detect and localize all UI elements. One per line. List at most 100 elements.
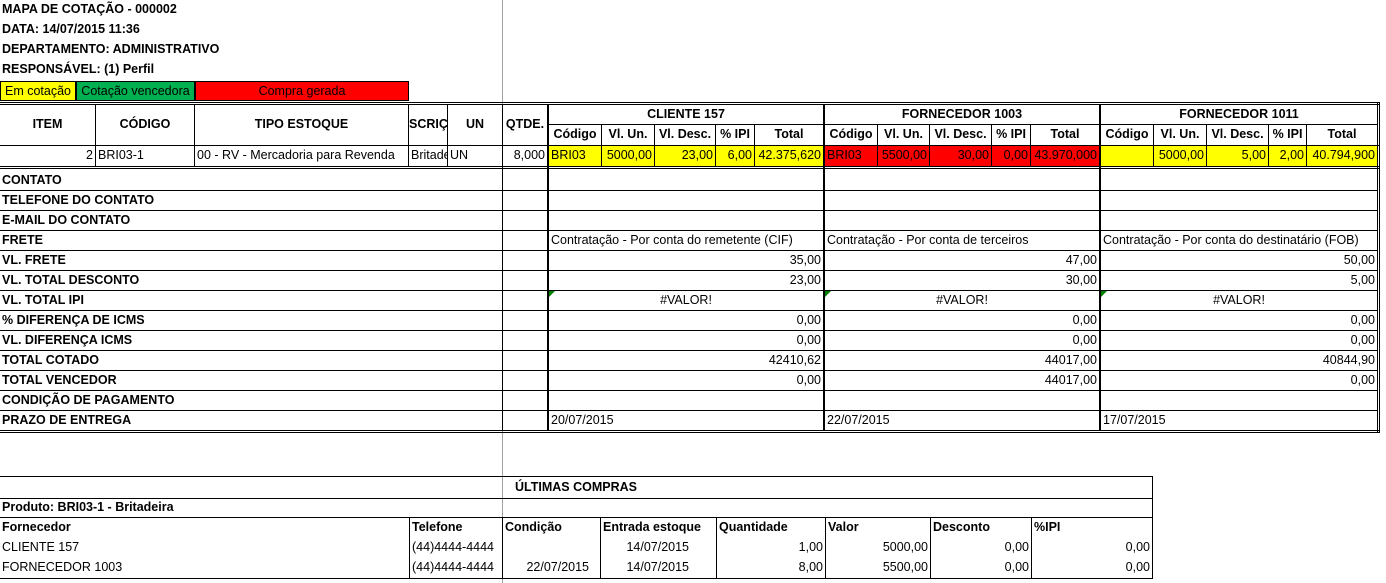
uc-row-valor[interactable]: 5000,00	[826, 538, 930, 557]
subheader-ipi: % IPI	[720, 127, 750, 141]
label-total-cotado: TOTAL COTADO	[2, 353, 99, 367]
uc-row-quantidade[interactable]: 1,00	[717, 538, 825, 557]
s2-ipi[interactable]: 0,00	[992, 146, 1030, 166]
responsible-label: RESPONSÁVEL: (1) Perfil	[2, 62, 155, 76]
uc-col-fornecedor: Fornecedor	[2, 520, 71, 534]
vl-total-desconto-value[interactable]: 30,00	[825, 271, 1099, 290]
s1-codigo[interactable]: BRI03	[549, 146, 601, 166]
col-header-item: ITEM	[32, 117, 63, 131]
uc-row-condicao[interactable]: 22/07/2015	[503, 558, 591, 577]
legend-em-cotacao: Em cotação	[0, 81, 76, 101]
uc-col-desconto: Desconto	[933, 520, 990, 534]
subheader-vl-desc: Vl. Desc.	[658, 127, 712, 141]
vl-total-ipi-value[interactable]: #VALOR!	[825, 291, 1099, 310]
label-condicao-pagamento: CONDIÇÃO DE PAGAMENTO	[2, 393, 175, 407]
uc-row-valor[interactable]: 5500,00	[826, 558, 930, 577]
uc-row-quantidade[interactable]: 8,00	[717, 558, 825, 577]
vl-frete-value[interactable]: 50,00	[1101, 251, 1377, 270]
subheader-codigo: Código	[829, 127, 873, 141]
supplier-name-3: FORNECEDOR 1011	[1179, 107, 1299, 121]
subheader-codigo: Código	[1105, 127, 1149, 141]
label-vl-total-desconto: VL. TOTAL DESCONTO	[2, 273, 140, 287]
vl-total-ipi-value[interactable]: #VALOR!	[549, 291, 823, 310]
s2-codigo[interactable]: BRI03	[825, 146, 877, 166]
s3-vl-desc[interactable]: 5,00	[1207, 146, 1268, 166]
col-header-tipo-estoque: TIPO ESTOQUE	[254, 117, 349, 131]
uc-row-fornecedor[interactable]: CLIENTE 157	[0, 538, 409, 557]
uc-row-telefone[interactable]: (44)4444-4444	[410, 538, 502, 557]
pct-dif-icms-value[interactable]: 0,00	[1101, 311, 1377, 330]
vl-frete-value[interactable]: 35,00	[549, 251, 823, 270]
s2-total[interactable]: 43.970,000	[1031, 146, 1099, 166]
label-contato: CONTATO	[2, 173, 62, 187]
s1-total[interactable]: 42.375,620	[755, 146, 823, 166]
uc-row-entrada[interactable]: 14/07/2015	[601, 538, 691, 557]
uc-row-desconto[interactable]: 0,00	[931, 538, 1031, 557]
row-qtde[interactable]: 8,000	[503, 146, 547, 165]
uc-col-entrada-estoque: Entrada estoque	[603, 520, 701, 534]
uc-row-desconto[interactable]: 0,00	[931, 558, 1031, 577]
s3-codigo[interactable]	[1101, 146, 1153, 166]
supplier-name-1: CLIENTE 157	[647, 107, 725, 121]
row-item[interactable]: 2	[0, 146, 95, 165]
subheader-total: Total	[1050, 127, 1080, 141]
frete-value[interactable]: Contratação - Por conta do remetente (CI…	[549, 231, 823, 250]
subheader-vl-un: Vl. Un.	[1160, 127, 1200, 141]
uc-col-telefone: Telefone	[412, 520, 463, 534]
uc-col-condicao: Condição	[505, 520, 562, 534]
prazo-entrega-value[interactable]: 22/07/2015	[825, 411, 1099, 430]
prazo-entrega-value[interactable]: 17/07/2015	[1101, 411, 1377, 430]
row-tipo-estoque[interactable]: 00 - RV - Mercadoria para Revenda	[195, 146, 408, 165]
s1-ipi[interactable]: 6,00	[716, 146, 754, 166]
s1-vl-desc[interactable]: 23,00	[655, 146, 715, 166]
uc-row-telefone[interactable]: (44)4444-4444	[410, 558, 502, 577]
s3-total[interactable]: 40.794,900	[1307, 146, 1377, 166]
label-vl-dif-icms: VL. DIFERENÇA ICMS	[2, 333, 133, 347]
subheader-vl-un: Vl. Un.	[608, 127, 648, 141]
vl-dif-icms-value[interactable]: 0,00	[1101, 331, 1377, 350]
label-telefone-contato: TELEFONE DO CONTATO	[2, 193, 155, 207]
uc-row-entrada[interactable]: 14/07/2015	[601, 558, 691, 577]
page-title: MAPA DE COTAÇÃO - 000002	[2, 2, 177, 16]
s2-vl-desc[interactable]: 30,00	[930, 146, 991, 166]
vl-frete-value[interactable]: 47,00	[825, 251, 1099, 270]
pct-dif-icms-value[interactable]: 0,00	[549, 311, 823, 330]
legend-compra-gerada: Compra gerada	[195, 81, 409, 101]
uc-row-ipi[interactable]: 0,00	[1032, 538, 1152, 557]
prazo-entrega-value[interactable]: 20/07/2015	[549, 411, 823, 430]
uc-col-quantidade: Quantidade	[719, 520, 788, 534]
row-codigo[interactable]: BRI03-1	[96, 146, 194, 165]
total-cotado-value[interactable]: 40844,90	[1101, 351, 1377, 370]
total-vencedor-value[interactable]: 0,00	[549, 371, 823, 390]
label-vl-total-ipi: VL. TOTAL IPI	[2, 293, 84, 307]
s1-vl-un[interactable]: 5000,00	[602, 146, 654, 166]
subheader-vl-un: Vl. Un.	[884, 127, 923, 141]
s3-ipi[interactable]: 2,00	[1269, 146, 1306, 166]
frete-value[interactable]: Contratação - Por conta de terceiros	[825, 231, 1099, 250]
vl-dif-icms-value[interactable]: 0,00	[825, 331, 1099, 350]
uc-row-ipi[interactable]: 0,00	[1032, 558, 1152, 577]
s3-vl-un[interactable]: 5000,00	[1154, 146, 1206, 166]
vl-total-desconto-value[interactable]: 23,00	[549, 271, 823, 290]
uc-col-valor: Valor	[828, 520, 859, 534]
label-prazo-entrega: PRAZO DE ENTREGA	[2, 413, 132, 427]
legend-cotacao-vencedora: Cotação vencedora	[76, 81, 195, 101]
uc-col-ipi: %IPI	[1034, 520, 1061, 534]
row-descricao[interactable]: Britade	[409, 146, 447, 165]
s2-vl-un[interactable]: 5500,00	[878, 146, 929, 166]
supplier-name-2: FORNECEDOR 1003	[901, 107, 1023, 121]
vl-total-ipi-value[interactable]: #VALOR!	[1101, 291, 1377, 310]
row-un[interactable]: UN	[448, 146, 502, 165]
frete-value[interactable]: Contratação - Por conta do destinatário …	[1101, 231, 1377, 250]
pct-dif-icms-value[interactable]: 0,00	[825, 311, 1099, 330]
total-cotado-value[interactable]: 44017,00	[825, 351, 1099, 370]
uc-row-fornecedor[interactable]: FORNECEDOR 1003	[0, 558, 409, 577]
col-header-codigo: CÓDIGO	[119, 117, 171, 131]
total-vencedor-value[interactable]: 0,00	[1101, 371, 1377, 390]
col-header-qtde: QTDE.	[505, 117, 545, 131]
label-total-vencedor: TOTAL VENCEDOR	[2, 373, 117, 387]
vl-dif-icms-value[interactable]: 0,00	[549, 331, 823, 350]
total-cotado-value[interactable]: 42410,62	[549, 351, 823, 370]
total-vencedor-value[interactable]: 44017,00	[825, 371, 1099, 390]
vl-total-desconto-value[interactable]: 5,00	[1101, 271, 1377, 290]
